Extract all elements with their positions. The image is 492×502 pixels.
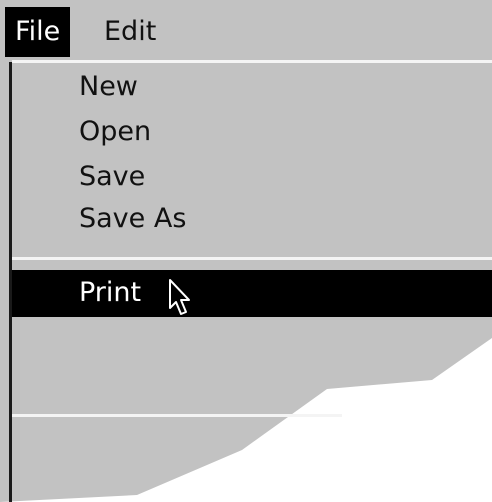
menu-separator [12,414,342,417]
arrow-cursor-icon [169,279,190,315]
menu-item-new[interactable]: New [79,67,138,107]
menu-bar-edit[interactable]: Edit [104,7,156,57]
menu-item-print-label: Print [79,277,142,308]
file-menu-dropdown [0,0,492,502]
menu-item-save[interactable]: Save [79,157,145,197]
menu-item-open[interactable]: Open [79,112,151,152]
screen: File Edit New Open Save Save As Print [0,0,492,502]
menu-separator [12,257,492,260]
menu-bar-file[interactable]: File [5,7,71,57]
menu-item-print[interactable]: Print [12,270,492,317]
menu-bar-divider [12,60,492,63]
menu-item-save-as[interactable]: Save As [79,199,186,239]
menu-bar: File Edit [0,0,492,60]
